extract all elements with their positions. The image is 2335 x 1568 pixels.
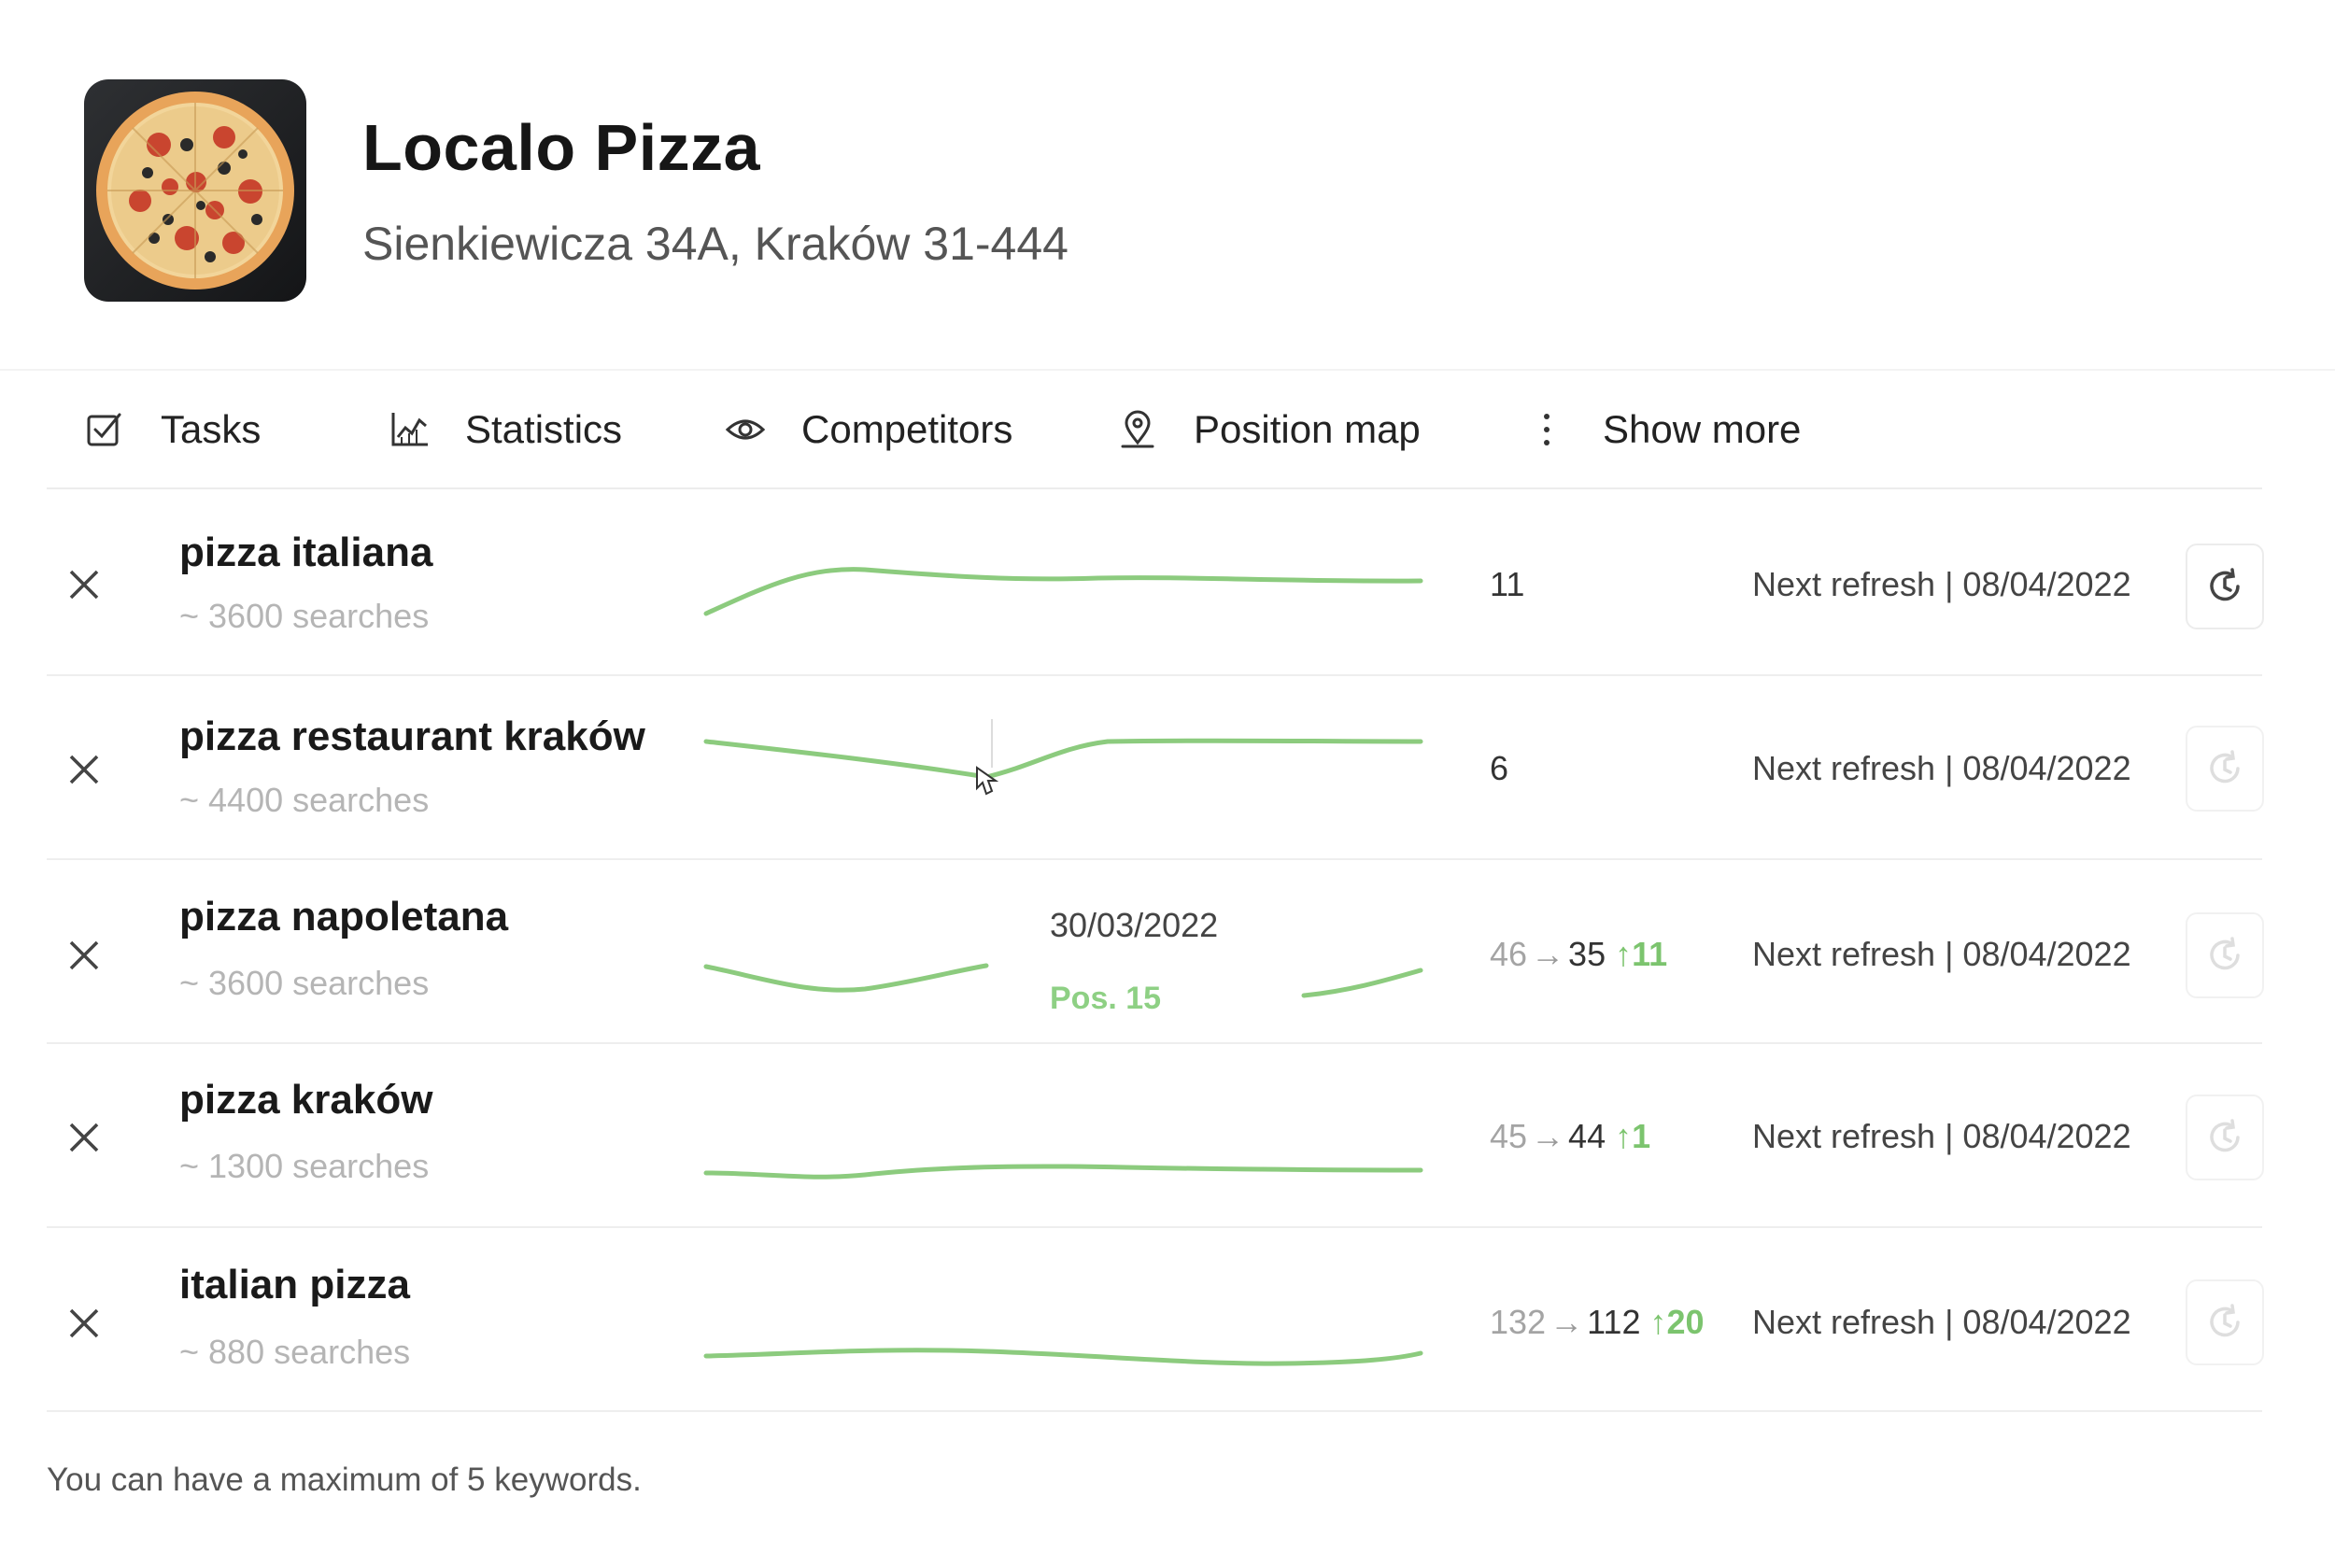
refresh-button[interactable] (2186, 1279, 2264, 1365)
keyword-searches: ~ 3600 searches (179, 597, 430, 635)
business-name: Localo Pizza (362, 111, 761, 184)
header-divider (0, 369, 2335, 371)
next-refresh: Next refresh | 08/04/2022 (1752, 1303, 2131, 1341)
cursor-icon (976, 766, 999, 796)
keyword-row: pizza napoletana ~ 3600 searches 46 → 35 ↑… (0, 860, 2335, 1044)
tab-competitors[interactable]: Competitors (725, 392, 1012, 467)
business-header: Localo Pizza Sienkiewicza 34A, Kraków 31… (0, 0, 2335, 374)
business-photo (84, 79, 306, 302)
keyword-position: 132 → 112 ↑20 (1490, 1303, 1705, 1342)
keyword-position: 46 → 35 ↑11 (1490, 935, 1667, 974)
position-previous: 45 (1490, 1117, 1528, 1155)
tooltip-date: 30/03/2022 (1050, 906, 1219, 944)
position-current: 112 (1587, 1303, 1641, 1341)
refresh-button[interactable] (2186, 726, 2264, 812)
keyword-name: italian pizza (179, 1262, 410, 1307)
keyword-searches: ~ 1300 searches (179, 1147, 430, 1185)
next-refresh: Next refresh | 08/04/2022 (1752, 749, 2131, 787)
next-refresh: Next refresh | 08/04/2022 (1752, 1117, 2131, 1155)
tooltip-position: Pos. 15 (1050, 981, 1162, 1016)
keyword-row: pizza kraków ~ 1300 searches 45 → 44 ↑1 Ne… (0, 1044, 2335, 1228)
chart-icon (391, 413, 428, 446)
position-previous: 132 (1490, 1303, 1547, 1341)
refresh-button[interactable] (2186, 544, 2264, 629)
position-previous: 46 (1490, 935, 1528, 973)
position-current: 35 (1568, 935, 1606, 973)
clock-refresh-icon (2210, 750, 2240, 784)
clock-refresh-icon (2210, 568, 2240, 601)
tab-label: Position map (1194, 407, 1421, 451)
arrow-right-icon: → (1531, 935, 1565, 973)
arrow-up-icon: ↑ (1649, 1303, 1667, 1341)
keyword-searches: ~ 4400 searches (179, 781, 430, 819)
ranking-sparkline (703, 1348, 1423, 1366)
remove-keyword-icon[interactable] (64, 1117, 105, 1158)
clock-refresh-icon (2210, 1304, 2240, 1337)
tab-position-map[interactable]: Position map (1117, 392, 1421, 467)
keyword-position: 45 → 44 ↑1 (1490, 1117, 1650, 1156)
tab-label: Competitors (801, 407, 1013, 451)
tab-label: Statistics (465, 407, 623, 451)
ranking-sparkline (703, 719, 1423, 796)
keyword-searches: ~ 880 searches (179, 1333, 411, 1371)
position-current: 11 (1490, 565, 1525, 603)
tab-show-more[interactable]: Show more (1526, 392, 1801, 467)
position-current: 44 (1568, 1117, 1606, 1155)
next-refresh: Next refresh | 08/04/2022 (1752, 565, 2131, 603)
position-change: 11 (1632, 935, 1668, 973)
tab-bar: Tasks Statistics Competitors Position ma… (0, 392, 2335, 476)
keyword-row: italian pizza ~ 880 searches 132 → 112 ↑20… (0, 1228, 2335, 1412)
remove-keyword-icon[interactable] (64, 749, 105, 790)
business-address: Sienkiewicza 34A, Kraków 31-444 (362, 218, 1068, 270)
row-divider (47, 1410, 2262, 1412)
position-current: 6 (1490, 749, 1509, 787)
keyword-name: pizza italiana (179, 530, 433, 575)
refresh-button[interactable] (2186, 1095, 2264, 1180)
more-vertical-icon (1544, 414, 1550, 445)
next-refresh: Next refresh | 08/04/2022 (1752, 935, 2131, 973)
position-change: 1 (1632, 1117, 1651, 1155)
tab-label: Show more (1603, 407, 1802, 451)
keyword-name: pizza kraków (179, 1077, 433, 1123)
keyword-limit-note: You can have a maximum of 5 keywords. (47, 1462, 642, 1498)
keyword-name: pizza restaurant kraków (179, 713, 645, 759)
clock-refresh-icon (2210, 937, 2240, 970)
arrow-up-icon: ↑ (1615, 1117, 1633, 1155)
keyword-row: pizza italiana ~ 3600 searches 11 Next r… (0, 492, 2335, 676)
clock-refresh-icon (2210, 1119, 2240, 1152)
remove-keyword-icon[interactable] (64, 1303, 105, 1344)
pizza-image (96, 92, 294, 290)
keyword-position: 6 (1490, 749, 1508, 788)
tabs-divider (47, 487, 2262, 489)
keyword-position: 11 (1490, 565, 1524, 604)
ranking-sparkline (703, 567, 1423, 616)
refresh-button[interactable] (2186, 912, 2264, 998)
remove-keyword-icon[interactable] (64, 564, 105, 605)
map-pin-icon (1121, 410, 1154, 448)
arrow-right-icon: → (1531, 1117, 1565, 1155)
remove-keyword-icon[interactable] (64, 935, 105, 976)
eye-icon (725, 419, 766, 440)
tab-statistics[interactable]: Statistics (389, 392, 622, 467)
arrow-right-icon: → (1550, 1303, 1584, 1341)
keyword-name: pizza napoletana (179, 894, 509, 939)
arrow-up-icon: ↑ (1615, 935, 1633, 973)
keyword-row: pizza restaurant kraków ~ 4400 searches … (0, 676, 2335, 860)
tab-tasks[interactable]: Tasks (84, 392, 261, 467)
checkbox-icon (87, 413, 121, 446)
position-change: 20 (1666, 1303, 1705, 1341)
tab-label: Tasks (161, 407, 262, 451)
keyword-searches: ~ 3600 searches (179, 964, 430, 1002)
